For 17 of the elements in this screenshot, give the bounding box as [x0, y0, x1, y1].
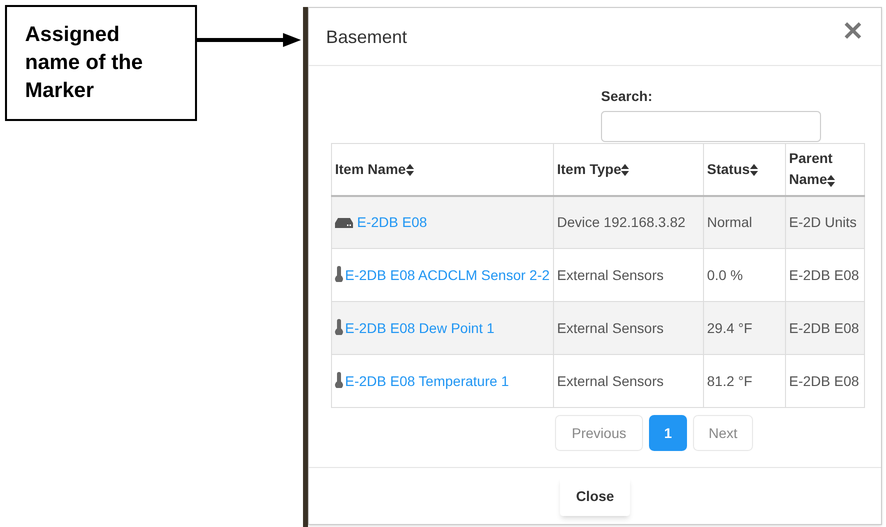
- server-icon: [335, 218, 353, 228]
- sort-icon: [827, 174, 836, 187]
- page-button[interactable]: 1: [649, 415, 687, 451]
- sort-icon: [621, 164, 630, 176]
- thermometer-icon: [335, 318, 343, 334]
- thermometer-icon: [335, 372, 343, 388]
- thermometer-icon: [335, 266, 343, 282]
- table-cell: 81.2 °F: [704, 354, 786, 408]
- search-field[interactable]: [601, 111, 821, 142]
- close-button[interactable]: Close: [560, 476, 630, 516]
- search-label: Search:: [601, 87, 652, 106]
- sort-icon: [750, 164, 758, 176]
- table-cell: External Sensors: [554, 354, 704, 408]
- table-cell: E-2DB E08: [786, 354, 864, 408]
- sort-icon: [406, 164, 414, 176]
- dialog-title: Basement: [326, 26, 408, 49]
- callout-box: Assigned name of the Marker: [5, 5, 197, 121]
